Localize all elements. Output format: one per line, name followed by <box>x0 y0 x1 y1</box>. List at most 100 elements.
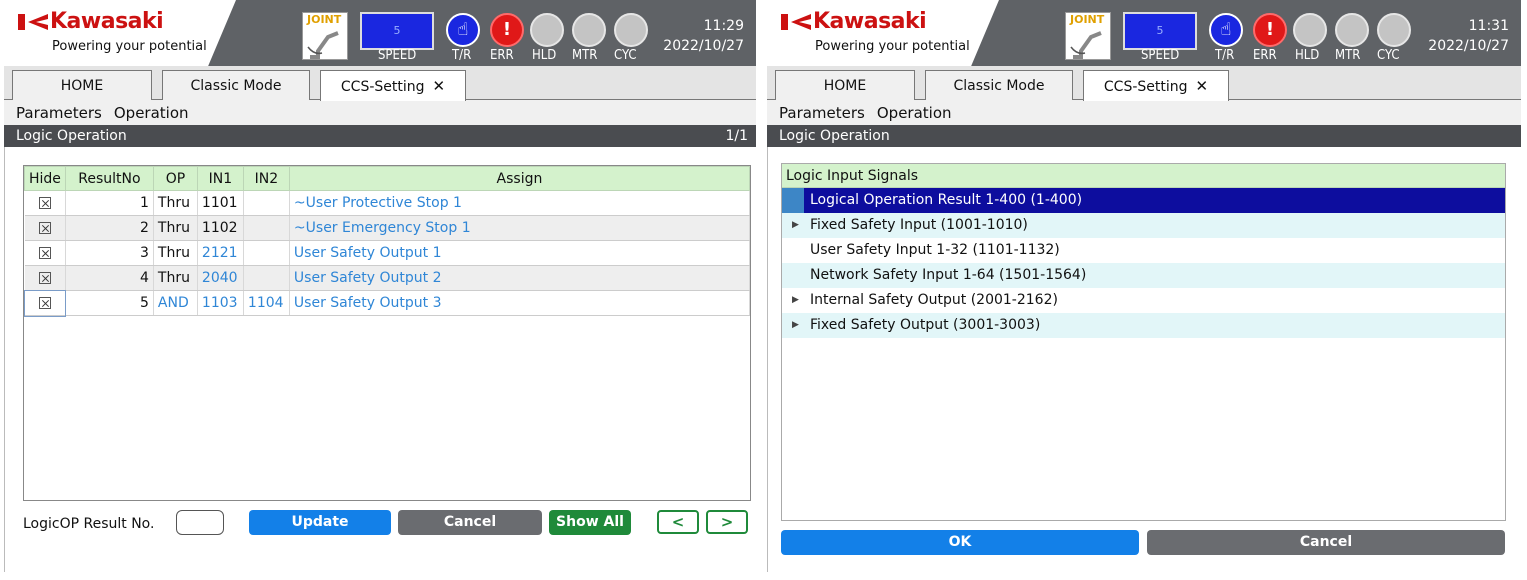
in1-cell[interactable]: 1102 <box>197 215 244 241</box>
tab-home[interactable]: HOME <box>12 70 152 100</box>
col-assign[interactable]: Assign <box>288 166 751 191</box>
tab-home[interactable]: HOME <box>775 70 915 100</box>
table-row[interactable]: 3 Thru 2121 User Safety Output 1 <box>24 240 751 266</box>
tab-ccs-setting[interactable]: CCS-Setting ✕ <box>320 70 466 101</box>
mtr-label: MTR <box>1335 48 1361 63</box>
hide-checkbox-cell[interactable] <box>24 240 66 266</box>
result-no-cell[interactable]: 1 <box>65 190 154 216</box>
hide-checkbox[interactable] <box>38 297 51 309</box>
cycle-lamp[interactable] <box>614 13 648 47</box>
result-no-input[interactable] <box>176 510 224 535</box>
tr-label: T/R <box>1215 48 1235 63</box>
signal-tree[interactable]: Logic Input Signals Logical Operation Re… <box>781 163 1506 521</box>
table-row[interactable]: 2 Thru 1102 ~User Emergency Stop 1 <box>24 215 751 241</box>
ok-button[interactable]: OK <box>781 530 1139 555</box>
expand-arrow-icon[interactable]: ▶ <box>792 213 799 238</box>
close-icon[interactable]: ✕ <box>433 77 446 95</box>
expand-arrow-icon[interactable]: ▶ <box>792 313 799 338</box>
prev-page-button[interactable]: < <box>657 510 699 534</box>
menu-parameters[interactable]: Parameters <box>779 101 865 125</box>
cancel-button[interactable]: Cancel <box>1147 530 1505 555</box>
op-cell[interactable]: Thru <box>153 265 198 291</box>
update-button[interactable]: Update <box>249 510 391 535</box>
op-cell[interactable]: AND <box>153 290 198 316</box>
in2-cell[interactable] <box>243 265 290 291</box>
op-cell[interactable]: Thru <box>153 240 198 266</box>
result-no-cell[interactable]: 4 <box>65 265 154 291</box>
in2-cell[interactable] <box>243 190 290 216</box>
in1-cell[interactable]: 1101 <box>197 190 244 216</box>
hide-checkbox[interactable] <box>38 247 51 259</box>
in1-cell[interactable]: 2121 <box>197 240 244 266</box>
error-lamp[interactable]: ! <box>1253 13 1287 47</box>
teach-repeat-lamp[interactable]: ☝ <box>446 13 480 47</box>
in2-cell[interactable]: 1104 <box>243 290 290 316</box>
col-in1[interactable]: IN1 <box>196 166 244 191</box>
logic-table-container[interactable]: Hide ResultNo OP IN1 IN2 Assign 1 Thru 1… <box>23 165 751 501</box>
hold-lamp[interactable] <box>530 13 564 47</box>
op-cell[interactable]: Thru <box>153 190 198 216</box>
tab-bar: HOME Classic Mode CCS-Setting ✕ <box>4 66 756 101</box>
tab-ccs-setting[interactable]: CCS-Setting ✕ <box>1083 70 1229 101</box>
tab-classic-mode[interactable]: Classic Mode <box>162 70 310 100</box>
menu-operation[interactable]: Operation <box>114 101 189 125</box>
motor-lamp[interactable] <box>1335 13 1369 47</box>
joint-mode-indicator[interactable]: JOINT <box>1065 12 1111 60</box>
hide-checkbox[interactable] <box>38 272 51 284</box>
assign-cell[interactable]: ~User Emergency Stop 1 <box>289 215 751 241</box>
hold-lamp[interactable] <box>1293 13 1327 47</box>
tree-item-user-safety-input[interactable]: User Safety Input 1-32 (1101-1132) <box>782 238 1505 263</box>
cycle-lamp[interactable] <box>1377 13 1411 47</box>
hide-checkbox-cell[interactable] <box>23 289 67 317</box>
tree-item-fixed-safety-output[interactable]: ▶ Fixed Safety Output (3001-3003) <box>782 313 1505 338</box>
menu-operation[interactable]: Operation <box>877 101 952 125</box>
tab-classic-mode[interactable]: Classic Mode <box>925 70 1073 100</box>
expand-arrow-icon[interactable]: ▶ <box>792 288 799 313</box>
hide-checkbox-cell[interactable] <box>24 265 66 291</box>
in1-cell[interactable]: 1103 <box>197 290 244 316</box>
col-in2[interactable]: IN2 <box>242 166 290 191</box>
result-no-cell[interactable]: 5 <box>65 290 154 316</box>
assign-cell[interactable]: User Safety Output 3 <box>289 290 751 316</box>
speed-display[interactable]: 5 <box>1123 12 1197 50</box>
menu-parameters[interactable]: Parameters <box>16 101 102 125</box>
cyc-label: CYC <box>1377 48 1400 63</box>
error-lamp[interactable]: ! <box>490 13 524 47</box>
col-op[interactable]: OP <box>152 166 198 191</box>
col-result-no[interactable]: ResultNo <box>64 166 154 191</box>
hide-checkbox[interactable] <box>38 197 51 209</box>
assign-cell[interactable]: ~User Protective Stop 1 <box>289 190 751 216</box>
tree-item-fixed-safety-input[interactable]: ▶ Fixed Safety Input (1001-1010) <box>782 213 1505 238</box>
op-cell[interactable]: Thru <box>153 215 198 241</box>
hide-checkbox-cell[interactable] <box>24 190 66 216</box>
clock-date: 2022/10/27 <box>1428 38 1509 54</box>
in2-cell[interactable] <box>243 215 290 241</box>
tree-item-internal-safety-output[interactable]: ▶ Internal Safety Output (2001-2162) <box>782 288 1505 313</box>
teach-repeat-lamp[interactable]: ☝ <box>1209 13 1243 47</box>
section-title: Logic Operation <box>779 128 890 144</box>
hide-checkbox-cell[interactable] <box>24 215 66 241</box>
joint-mode-indicator[interactable]: JOINT <box>302 12 348 60</box>
speed-display[interactable]: 5 <box>360 12 434 50</box>
show-all-button[interactable]: Show All <box>549 510 631 535</box>
in2-cell[interactable] <box>243 240 290 266</box>
motor-lamp[interactable] <box>572 13 606 47</box>
col-hide[interactable]: Hide <box>24 166 66 191</box>
in1-cell[interactable]: 2040 <box>197 265 244 291</box>
result-no-label: LogicOP Result No. <box>23 516 155 532</box>
table-row[interactable]: 4 Thru 2040 User Safety Output 2 <box>24 265 751 291</box>
result-no-cell[interactable]: 2 <box>65 215 154 241</box>
exclamation-icon: ! <box>502 19 512 40</box>
next-page-button[interactable]: > <box>706 510 748 534</box>
table-row[interactable]: 5 AND 1103 1104 User Safety Output 3 <box>23 289 751 317</box>
assign-cell[interactable]: User Safety Output 2 <box>289 265 751 291</box>
tree-item-network-safety-input[interactable]: Network Safety Input 1-64 (1501-1564) <box>782 263 1505 288</box>
close-icon[interactable]: ✕ <box>1196 77 1209 95</box>
robot-arm-icon <box>1070 31 1102 59</box>
tree-item-logical-result[interactable]: Logical Operation Result 1-400 (1-400) <box>782 188 1505 213</box>
cancel-button[interactable]: Cancel <box>398 510 542 535</box>
table-row[interactable]: 1 Thru 1101 ~User Protective Stop 1 <box>24 190 751 216</box>
result-no-cell[interactable]: 3 <box>65 240 154 266</box>
assign-cell[interactable]: User Safety Output 1 <box>289 240 751 266</box>
hide-checkbox[interactable] <box>38 222 51 234</box>
